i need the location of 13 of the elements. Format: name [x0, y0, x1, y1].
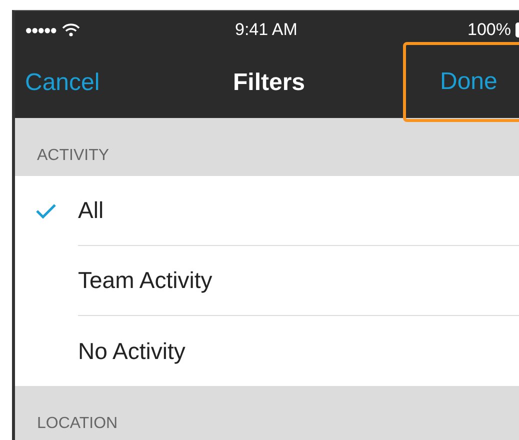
battery-percent: 100% [468, 20, 511, 40]
screen-title: Filters [233, 69, 306, 97]
section-header: LOCATION [37, 414, 118, 433]
cancel-button[interactable]: Cancel [25, 69, 100, 97]
wifi-icon [62, 22, 80, 36]
signal-strength: ●●●●● [25, 22, 56, 36]
done-button[interactable]: Done [403, 42, 519, 122]
status-time: 9:41 AM [235, 20, 298, 40]
filter-option[interactable]: All [15, 176, 519, 246]
filter-option[interactable]: No Activity [15, 316, 519, 386]
section-header: ACTIVITY [37, 146, 110, 165]
checkmark-icon [35, 203, 57, 219]
filter-option[interactable]: Team Activity [15, 246, 519, 316]
